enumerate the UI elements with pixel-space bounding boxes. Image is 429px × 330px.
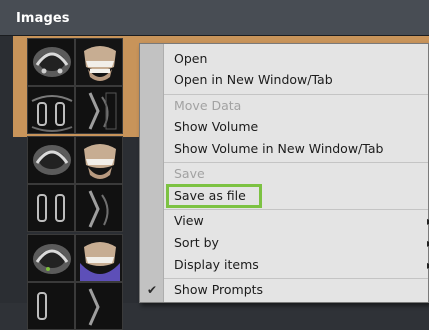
dental-3d-volume-icon <box>76 39 122 85</box>
menu-item-open-new-window[interactable]: Open in New Window/Tab <box>164 70 428 90</box>
dental-axial-slice-icon <box>28 137 74 183</box>
menu-item-move-data[interactable]: Move Data <box>164 96 428 116</box>
checkmark-icon: ✔ <box>146 283 158 297</box>
menu-item-sort-by[interactable]: Sort by ▸ <box>164 233 429 253</box>
thumbnail-axial[interactable] <box>27 38 75 86</box>
dental-cross-section-icon <box>76 87 122 133</box>
images-panel-header: Images <box>0 0 429 36</box>
menu-separator <box>164 162 428 163</box>
dental-cross-section-icon <box>76 283 122 329</box>
thumbnail-panoramic[interactable] <box>27 184 75 232</box>
dental-panoramic-slice-icon <box>28 185 74 231</box>
menu-item-view-label: View <box>174 213 204 228</box>
thumbnail-volume[interactable] <box>75 234 123 282</box>
menu-item-display-items-label: Display items <box>174 257 259 272</box>
thumbnail-cross-section[interactable] <box>75 86 123 134</box>
dental-panoramic-slice-icon <box>28 87 74 133</box>
menu-icon-gutter <box>140 44 164 302</box>
menu-item-display-items[interactable]: Display items ▸ <box>164 255 429 275</box>
menu-separator <box>164 278 428 279</box>
save-as-file-highlight <box>166 184 262 208</box>
menu-item-show-volume[interactable]: Show Volume <box>164 117 428 137</box>
menu-item-view[interactable]: View ▸ <box>164 211 429 231</box>
dental-3d-volume-icon <box>76 235 122 281</box>
menu-item-show-prompts[interactable]: Show Prompts <box>164 280 428 300</box>
thumbnail-panoramic[interactable] <box>27 282 75 330</box>
dental-axial-slice-icon <box>28 39 74 85</box>
menu-separator <box>164 209 428 210</box>
menu-separator <box>164 94 428 95</box>
context-menu: Open Open in New Window/Tab Move Data Sh… <box>139 43 429 303</box>
dental-cross-section-icon <box>76 185 122 231</box>
dental-axial-slice-icon <box>28 235 74 281</box>
menu-item-show-volume-new-window[interactable]: Show Volume in New Window/Tab <box>164 139 428 159</box>
panel-title: Images <box>16 11 70 26</box>
thumbnail-axial[interactable] <box>27 136 75 184</box>
dental-panoramic-slice-icon <box>28 283 74 329</box>
thumbnail-axial[interactable] <box>27 234 75 282</box>
thumbnail-cross-section[interactable] <box>75 184 123 232</box>
menu-item-sort-by-label: Sort by <box>174 235 219 250</box>
menu-item-save[interactable]: Save <box>164 164 428 184</box>
dental-3d-volume-icon <box>76 137 122 183</box>
thumbnail-cross-section[interactable] <box>75 282 123 330</box>
thumbnail-volume[interactable] <box>75 136 123 184</box>
menu-item-open[interactable]: Open <box>164 49 428 69</box>
thumbnail-panoramic[interactable] <box>27 86 75 134</box>
thumbnail-volume[interactable] <box>75 38 123 86</box>
